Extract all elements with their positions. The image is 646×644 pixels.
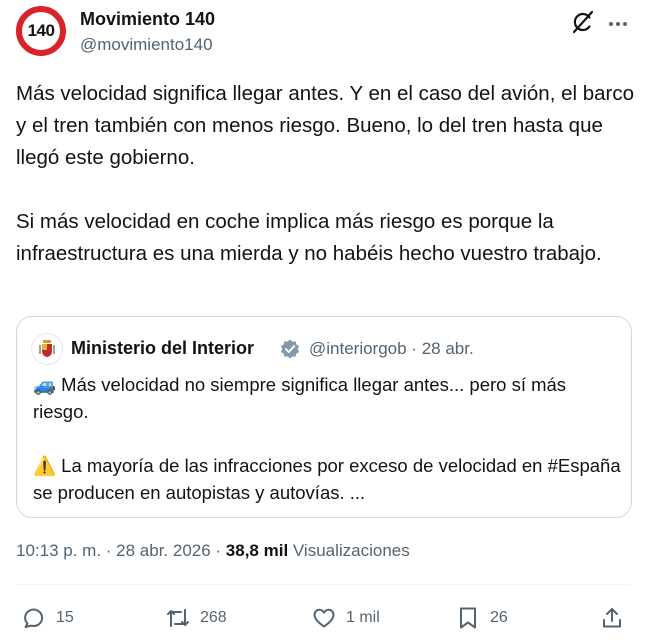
more-options-icon[interactable]: [606, 14, 630, 34]
reply-count: 15: [56, 609, 74, 626]
views-count: 38,8 mil: [225, 541, 289, 560]
repost-icon: [167, 609, 189, 627]
like-button[interactable]: 1 mil: [312, 604, 380, 632]
like-count: 1 mil: [346, 609, 380, 626]
share-button[interactable]: [600, 604, 624, 632]
grok-icon[interactable]: [570, 9, 596, 35]
author-handle[interactable]: @movimiento140: [80, 35, 213, 55]
author-name[interactable]: Movimiento 140: [80, 9, 215, 30]
bookmark-count: 26: [490, 609, 508, 626]
repost-button[interactable]: 268: [166, 604, 227, 632]
repost-count: 268: [200, 609, 227, 626]
heart-icon: [313, 608, 335, 628]
verified-badge-icon: [280, 339, 300, 359]
avatar-text: 140: [27, 21, 55, 40]
tweet-text: Más velocidad significa llegar antes. Y …: [16, 82, 635, 265]
divider: [16, 584, 630, 585]
coat-of-arms-icon: [39, 340, 55, 357]
quote-avatar: [31, 333, 63, 365]
quoted-tweet[interactable]: Ministerio del Interior @interiorgob · 2…: [16, 316, 632, 518]
quote-text: 🚙 Más velocidad no siempre significa lle…: [33, 374, 621, 503]
views-label: Visualizaciones: [288, 541, 410, 560]
reply-icon: [24, 608, 44, 628]
tweet-meta: 10:13 p. m. · 28 abr. 2026 · 38,8 mil Vi…: [16, 541, 410, 561]
reply-button[interactable]: 15: [22, 604, 74, 632]
author-avatar[interactable]: 140: [16, 6, 66, 56]
bookmark-icon: [460, 607, 476, 629]
share-icon: [603, 608, 621, 628]
quote-author-name[interactable]: Ministerio del Interior: [71, 338, 254, 359]
tweet-timestamp[interactable]: 10:13 p. m. · 28 abr. 2026 ·: [16, 541, 226, 560]
quote-handle-date[interactable]: @interiorgob · 28 abr.: [309, 339, 474, 359]
bookmark-button[interactable]: 26: [456, 604, 508, 632]
